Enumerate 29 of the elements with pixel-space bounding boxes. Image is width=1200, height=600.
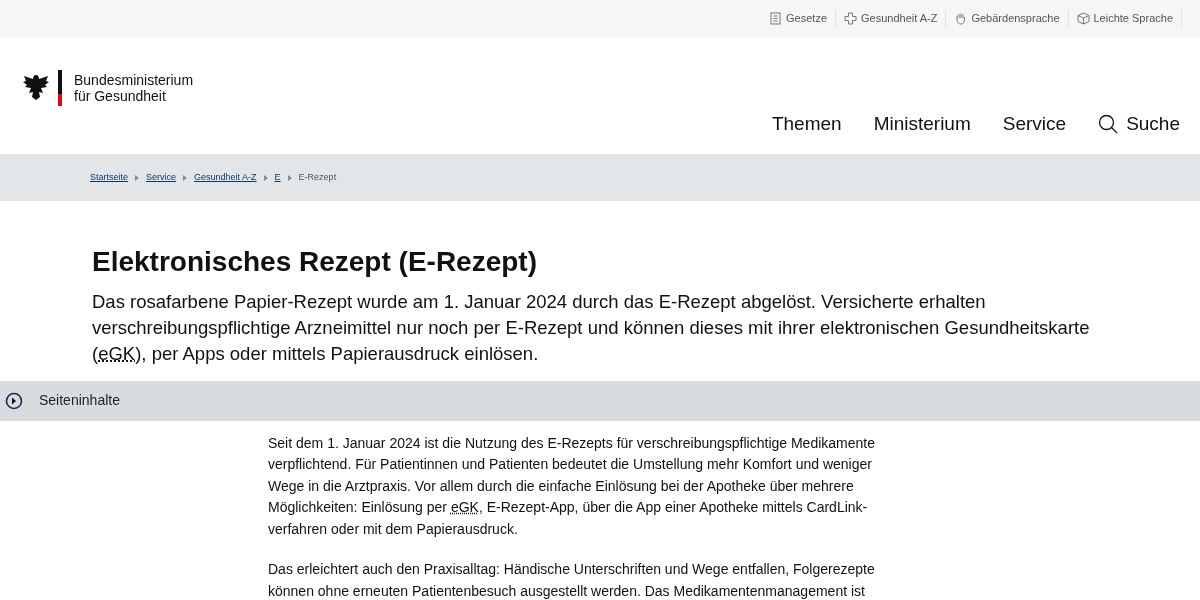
flag-bar-icon [58,70,62,106]
breadcrumb-link[interactable]: Service [146,170,177,185]
logo-text: Bundesministerium [74,72,194,88]
page-title: Elektronisches Rezept (E-Rezept) [92,245,538,279]
chevron-right-icon [5,391,23,410]
breadcrumb-link[interactable]: Startseite [90,170,129,185]
utility-link[interactable]: Gebärdensprache [946,10,1069,27]
utility-link[interactable]: Gesetze [761,10,836,27]
eagle-icon [22,73,50,103]
breadcrumb-current: E-Rezept [298,170,337,184]
cube-icon [1076,12,1090,25]
abbreviation-link[interactable]: eGK [450,499,479,516]
hand-icon [954,12,968,25]
search-icon [1098,113,1119,134]
book-icon [769,12,783,25]
nav-link[interactable]: Ministerium [841,109,971,138]
nav-link[interactable]: Service [970,109,1067,138]
utility-link[interactable]: Leichte Sprache [1068,10,1182,27]
intro-text: Das rosafarbene Papier-Rezept wurde am 1. Januar 2024 durch das E-Rezept abgelöst. Versicherte erhalten verschreibungspflichtige Arzneimittel nur noch per E-Rezept und können dieses mit ihrer elektronischen Gesundheitskarte (eGK), per Apps oder mittels Papierausdruck einlösen. [92,289,1091,366]
body-paragraph: Das erleichtert auch den Praxisalltag: Händische Unterschriften und Wege entfallen, Folgerezepte können ohne erneuten Patientenbesuch ausgestellt werden. Das Medikamentenmanagement ist [268,560,876,600]
body-paragraph: Seit dem 1. Januar 2024 ist die Nutzung des E-Rezepts für verschreibungspflichtige Medikamente verpflichtend. Für Patientinnen und Patienten bedeutet die Umstellung mehr Komfort und weniger Wege in die Arztpraxis. Vor allem durch die einfache Einlösung bei der Apotheke über mehrere Möglichkeiten: Einlösung per eGK, E-Rezept-App, über die App einer Apotheke mittels CardLink-verfahren oder mit dem Papierausdruck. [268,433,876,539]
nav-link[interactable]: Suche [1066,109,1180,138]
breadcrumb-link[interactable]: Gesundheit A-Z [194,170,257,185]
cross-icon [844,12,857,25]
utility-link[interactable]: Gesundheit A-Z [836,10,947,27]
breadcrumb-link[interactable]: E [274,170,281,185]
toc-toggle[interactable]: Seiteninhalte [5,390,120,412]
nav-link[interactable]: Themen [739,109,842,138]
logo-text: für Gesundheit [74,88,167,104]
